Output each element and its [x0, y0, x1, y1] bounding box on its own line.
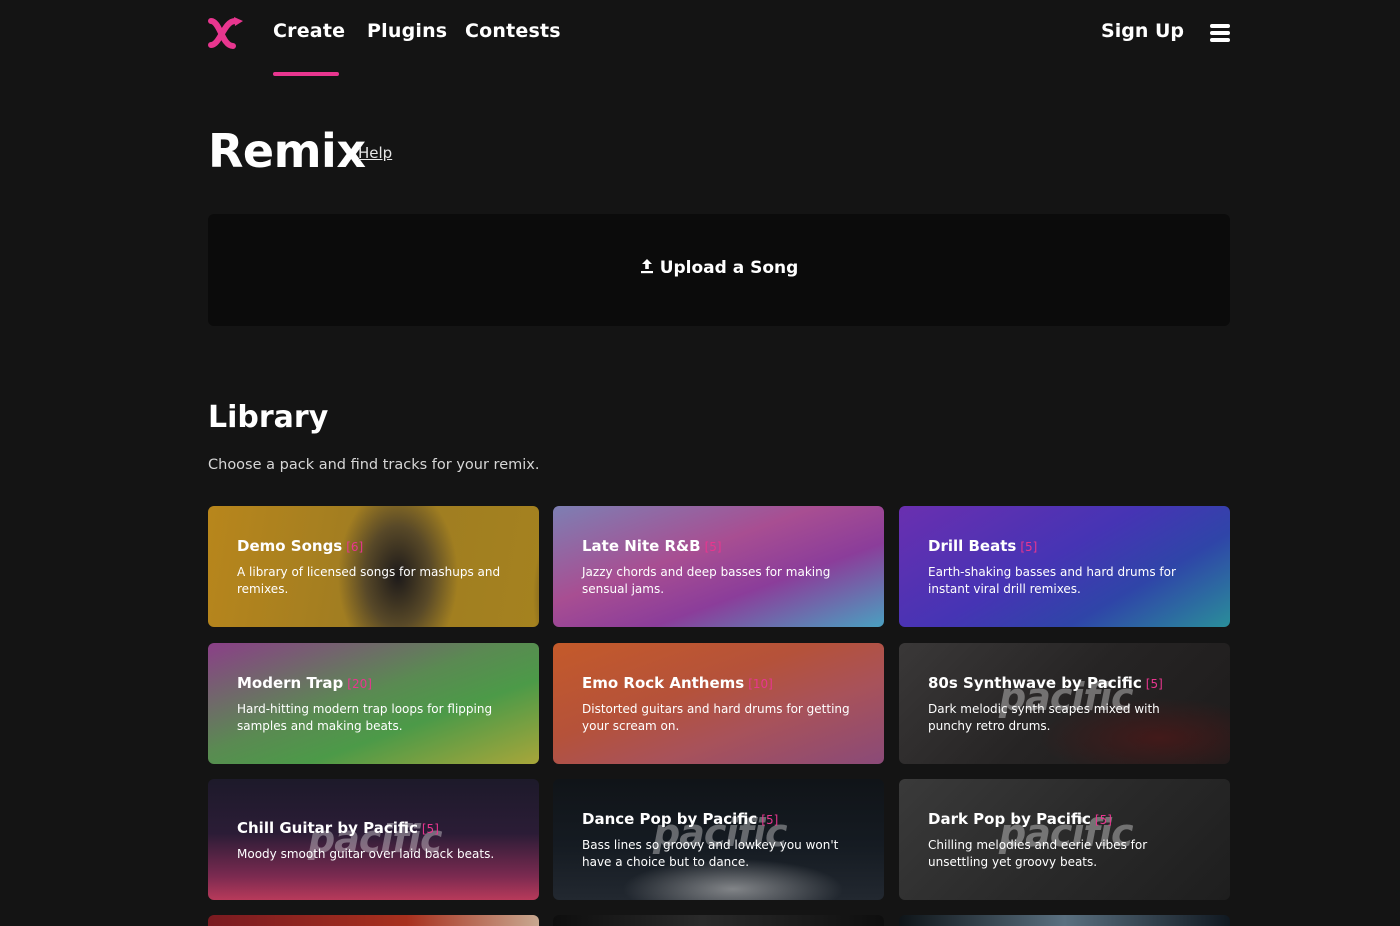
- card-count: [5]: [1094, 813, 1112, 827]
- upload-song-button[interactable]: Upload a Song: [208, 214, 1230, 326]
- card-count: [10]: [748, 677, 773, 691]
- nav-create-link[interactable]: Create: [273, 20, 345, 42]
- card-count: [5]: [761, 813, 779, 827]
- pack-card-demo-songs[interactable]: Demo Songs [6] A library of licensed song…: [208, 506, 539, 627]
- card-title: Late Nite R&B: [582, 537, 701, 555]
- pack-card-dance-pop[interactable]: pacific Dance Pop by Pacific [5] Bass lin…: [553, 779, 884, 900]
- card-count: [5]: [1020, 540, 1038, 554]
- pack-card-modern-trap[interactable]: Modern Trap [20] Hard-hitting modern trap…: [208, 643, 539, 764]
- card-description: Bass lines so groovy and lowkey you won'…: [582, 838, 839, 869]
- card-title: Chill Guitar by Pacific: [237, 819, 418, 837]
- pack-card-partial[interactable]: [899, 915, 1230, 926]
- card-description: Hard-hitting modern trap loops for flipp…: [237, 702, 493, 733]
- pack-card-partial[interactable]: [208, 915, 539, 926]
- card-count: [20]: [347, 677, 372, 691]
- pack-card-partial[interactable]: [553, 915, 884, 926]
- card-title: Drill Beats: [928, 537, 1017, 555]
- sign-up-link[interactable]: Sign Up: [1101, 20, 1184, 42]
- card-description: Jazzy chords and deep basses for making …: [582, 565, 831, 596]
- nav-plugins-link[interactable]: Plugins: [367, 20, 447, 42]
- card-title: 80s Synthwave by Pacific: [928, 674, 1142, 692]
- nav-contests-link[interactable]: Contests: [465, 20, 561, 42]
- card-description: Dark melodic synth scapes mixed with pun…: [928, 702, 1160, 733]
- card-title: Emo Rock Anthems: [582, 674, 745, 692]
- card-description: Earth-shaking basses and hard drums for …: [928, 565, 1176, 596]
- card-count: [5]: [421, 822, 439, 836]
- upload-icon: [640, 259, 653, 274]
- pack-card-80s-synthwave[interactable]: pacific 80s Synthwave by Pacific [5] Dark…: [899, 643, 1230, 764]
- card-count: [5]: [704, 540, 722, 554]
- upload-label: Upload a Song: [659, 258, 799, 278]
- card-description: Chilling melodies and eerie vibes for un…: [928, 838, 1148, 869]
- pack-card-chill-guitar[interactable]: pacific Chill Guitar by Pacific [5] Moody…: [208, 779, 539, 900]
- card-title: Demo Songs: [237, 537, 343, 555]
- help-link[interactable]: Help: [358, 144, 392, 162]
- card-title: Dance Pop by Pacific: [582, 810, 758, 828]
- card-count: [6]: [346, 540, 364, 554]
- card-count: [5]: [1145, 677, 1163, 691]
- hamburger-menu-icon[interactable]: [1210, 22, 1230, 42]
- page-title: Remix: [208, 124, 366, 178]
- card-description: Moody smooth guitar over laid back beats…: [237, 847, 495, 861]
- logo-icon[interactable]: [208, 16, 246, 50]
- library-title: Library: [208, 400, 329, 435]
- card-title: Modern Trap: [237, 674, 344, 692]
- pack-card-drill-beats[interactable]: Drill Beats [5] Earth-shaking basses and …: [899, 506, 1230, 627]
- pack-card-emo-rock-anthems[interactable]: Emo Rock Anthems [10] Distorted guitars a…: [553, 643, 884, 764]
- pack-card-dark-pop[interactable]: pacific Dark Pop by Pacific [5] Chilling …: [899, 779, 1230, 900]
- library-subtitle: Choose a pack and find tracks for your r…: [208, 457, 540, 473]
- card-title: Dark Pop by Pacific: [928, 810, 1091, 828]
- top-nav: Create Plugins Contests Sign Up: [208, 0, 1232, 78]
- active-tab-indicator: [273, 72, 339, 76]
- card-description: Distorted guitars and hard drums for get…: [582, 702, 850, 733]
- pack-card-late-nite-rnb[interactable]: Late Nite R&B [5] Jazzy chords and deep b…: [553, 506, 884, 627]
- card-description: A library of licensed songs for mashups …: [237, 565, 501, 596]
